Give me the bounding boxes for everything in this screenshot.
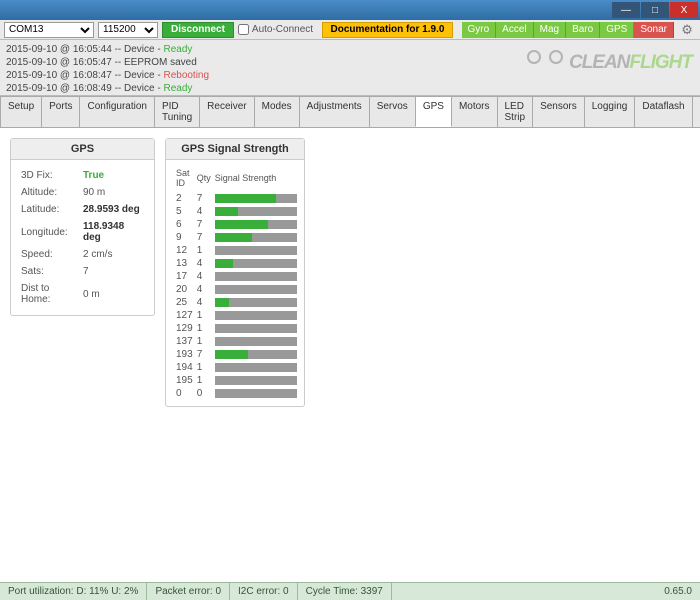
- tab-servos[interactable]: Servos: [369, 96, 416, 127]
- gps-panel: GPS 3D Fix:True Altitude:90 m Latitude:28.…: [10, 138, 155, 316]
- tab-ports[interactable]: Ports: [41, 96, 80, 127]
- toolbar: COM13 115200 Disconnect Auto-Connect Doc…: [0, 20, 700, 40]
- signal-bar: [215, 350, 297, 359]
- tab-cli[interactable]: CLI: [692, 96, 700, 127]
- status-cycle-time: Cycle Time: 3397: [298, 583, 392, 600]
- log-line: 2015-09-10 @ 16:08:49 -- Device - Ready: [6, 82, 694, 95]
- tab-adjustments[interactable]: Adjustments: [299, 96, 370, 127]
- status-packet-error: Packet error: 0: [147, 583, 230, 600]
- signal-bar: [215, 194, 297, 203]
- signal-bar: [215, 337, 297, 346]
- close-button[interactable]: X: [670, 2, 698, 18]
- log-pane: 2015-09-10 @ 16:05:44 -- Device - Ready2…: [0, 40, 700, 96]
- signal-row: 1951: [174, 374, 299, 387]
- gps-row: Latitude:28.9593 deg: [21, 202, 144, 217]
- disconnect-button[interactable]: Disconnect: [162, 22, 234, 38]
- sensor-badge-accel: Accel: [496, 22, 533, 38]
- col-qty: Qty: [195, 166, 213, 192]
- sensor-badge-baro: Baro: [566, 22, 600, 38]
- signal-row: 00: [174, 387, 299, 400]
- signal-row: 1271: [174, 309, 299, 322]
- status-bar: Port utilization: D: 11% U: 2% Packet er…: [0, 582, 700, 600]
- signal-bar: [215, 233, 297, 242]
- signal-bar: [215, 207, 297, 216]
- tab-sensors[interactable]: Sensors: [532, 96, 585, 127]
- documentation-button[interactable]: Documentation for 1.9.0: [322, 22, 454, 38]
- signal-bar: [215, 285, 297, 294]
- signal-bar: [215, 259, 297, 268]
- signal-bar: [215, 311, 297, 320]
- signal-row: 67: [174, 218, 299, 231]
- sensor-badge-gps: GPS: [600, 22, 634, 38]
- logo-icon: [525, 48, 565, 78]
- gear-icon[interactable]: ⚙: [678, 22, 696, 38]
- sensor-badge-sonar: Sonar: [634, 22, 674, 38]
- sensor-badges: GyroAccelMagBaroGPSSonar: [462, 22, 675, 38]
- gps-row: Speed:2 cm/s: [21, 247, 144, 262]
- tab-setup[interactable]: Setup: [0, 96, 42, 127]
- signal-row: 204: [174, 283, 299, 296]
- tab-led-strip[interactable]: LED Strip: [497, 96, 534, 127]
- status-i2c-error: I2C error: 0: [230, 583, 298, 600]
- tab-modes[interactable]: Modes: [254, 96, 300, 127]
- maximize-button[interactable]: □: [641, 2, 669, 18]
- signal-row: 97: [174, 231, 299, 244]
- signal-bar: [215, 363, 297, 372]
- signal-bar: [215, 376, 297, 385]
- signal-row: 54: [174, 205, 299, 218]
- minimize-button[interactable]: —: [612, 2, 640, 18]
- signal-bar: [215, 298, 297, 307]
- status-version: 0.65.0: [656, 586, 700, 597]
- tab-configuration[interactable]: Configuration: [79, 96, 154, 127]
- col-strength: Signal Strength: [213, 166, 299, 192]
- baud-select[interactable]: 115200: [98, 22, 158, 38]
- gps-row: 3D Fix:True: [21, 168, 144, 183]
- gps-row: Longitude:118.9348 deg: [21, 219, 144, 245]
- tab-bar: SetupPortsConfigurationPID TuningReceive…: [0, 96, 700, 128]
- tab-gps[interactable]: GPS: [415, 96, 452, 127]
- col-satid: Sat ID: [174, 166, 195, 192]
- gps-row: Sats:7: [21, 264, 144, 279]
- status-port-util: Port utilization: D: 11% U: 2%: [0, 583, 147, 600]
- signal-row: 121: [174, 244, 299, 257]
- signal-bar: [215, 272, 297, 281]
- tab-logging[interactable]: Logging: [584, 96, 636, 127]
- signal-row: 1371: [174, 335, 299, 348]
- sensor-badge-gyro: Gyro: [462, 22, 497, 38]
- port-select[interactable]: COM13: [4, 22, 94, 38]
- logo: CLEANFLIGHT: [525, 48, 692, 78]
- signal-row: 1291: [174, 322, 299, 335]
- signal-bar: [215, 220, 297, 229]
- signal-row: 27: [174, 192, 299, 205]
- signal-row: 1937: [174, 348, 299, 361]
- gps-panel-title: GPS: [11, 139, 154, 160]
- signal-row: 134: [174, 257, 299, 270]
- tab-dataflash[interactable]: Dataflash: [634, 96, 692, 127]
- gps-row: Altitude:90 m: [21, 185, 144, 200]
- content-area: GPS 3D Fix:True Altitude:90 m Latitude:28.…: [0, 128, 700, 572]
- signal-panel: GPS Signal Strength Sat ID Qty Signal St…: [165, 138, 305, 407]
- tab-motors[interactable]: Motors: [451, 96, 498, 127]
- sensor-badge-mag: Mag: [534, 22, 566, 38]
- signal-bar: [215, 246, 297, 255]
- gps-row: Dist to Home:0 m: [21, 281, 144, 307]
- window-titlebar: — □ X: [0, 0, 700, 20]
- signal-bar: [215, 389, 297, 398]
- signal-row: 1941: [174, 361, 299, 374]
- autoconnect-toggle[interactable]: Auto-Connect: [238, 24, 313, 35]
- tab-receiver[interactable]: Receiver: [199, 96, 254, 127]
- autoconnect-checkbox[interactable]: [238, 24, 249, 35]
- signal-panel-title: GPS Signal Strength: [166, 139, 304, 160]
- signal-row: 174: [174, 270, 299, 283]
- signal-row: 254: [174, 296, 299, 309]
- tab-pid-tuning[interactable]: PID Tuning: [154, 96, 200, 127]
- signal-bar: [215, 324, 297, 333]
